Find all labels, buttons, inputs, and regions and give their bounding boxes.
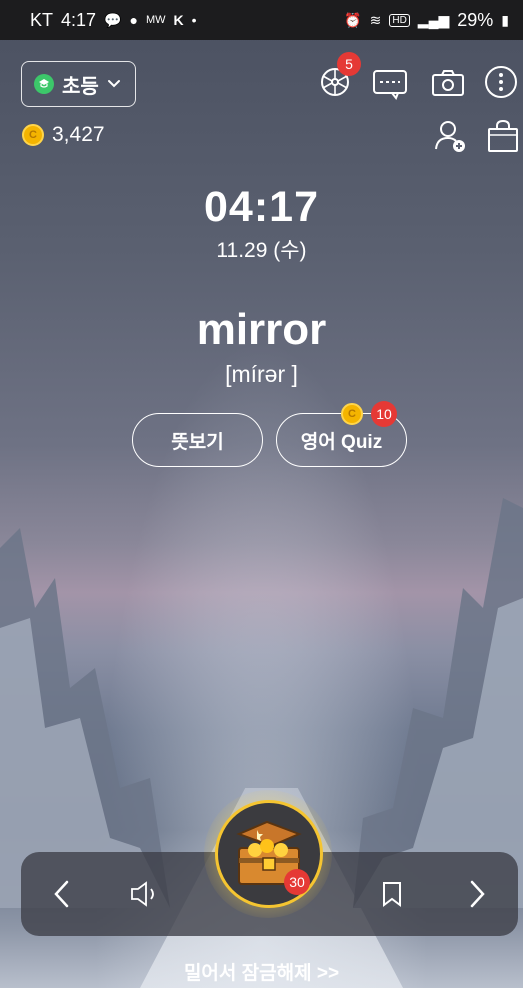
battery-icon: ▮ <box>501 11 509 28</box>
shop-button[interactable] <box>485 118 521 154</box>
previous-word-button[interactable] <box>44 876 80 912</box>
snowy-trees-right <box>353 498 523 908</box>
hd-indicator: HD <box>389 13 410 27</box>
talk-notification-icon: 💬 <box>104 11 122 28</box>
signal-icon: ▂▄▆ <box>417 11 450 28</box>
chat-icon <box>373 70 407 100</box>
pronunciation: [mírər ] <box>225 361 298 387</box>
notification-badge: 5 <box>337 52 361 76</box>
snowy-trees-left <box>0 528 170 908</box>
english-quiz-label: 영어 Quiz <box>300 431 383 453</box>
wifi-icon: ≋ <box>369 11 382 28</box>
bookmark-button[interactable] <box>374 876 410 912</box>
app-notification-icon: MW <box>145 14 166 26</box>
camera-button[interactable] <box>430 65 466 101</box>
chevron-left-icon <box>54 880 69 908</box>
play-sound-button[interactable] <box>128 876 164 912</box>
lock-date: 11.29 (수) <box>216 239 307 262</box>
quiz-coin-icon: C <box>341 403 363 425</box>
lock-time: 04:17 <box>204 183 319 231</box>
camera-icon <box>432 70 464 96</box>
grade-label: 초등 <box>62 75 99 98</box>
battery-label: 29% <box>457 9 494 30</box>
alarm-icon: ⏰ <box>344 11 362 28</box>
quiz-reward-badge: 10 <box>371 401 397 427</box>
next-word-button[interactable] <box>459 876 495 912</box>
more-vertical-icon <box>485 66 517 98</box>
slide-to-unlock[interactable]: 밀어서 잠금해제 >> <box>0 958 523 985</box>
bookmark-icon <box>383 882 401 907</box>
coin-icon: C <box>22 124 44 146</box>
chevron-down-icon <box>107 80 120 88</box>
clock-label: 4:17 <box>61 9 97 30</box>
vocab-word: mirror <box>196 305 327 354</box>
shopping-bag-icon <box>488 119 518 152</box>
status-bar: KT 4:17 💬 ● MW K • ⏰ ≋ HD ▂▄▆ 29% ▮ <box>0 0 523 40</box>
chat-button[interactable] <box>372 66 408 102</box>
chevron-right-icon <box>470 880 485 908</box>
carrier-label: KT <box>30 9 54 30</box>
speaker-icon <box>131 881 154 907</box>
coin-count: 3,427 <box>52 123 105 146</box>
graduation-cap-icon <box>34 74 54 94</box>
view-meaning-button[interactable]: 뜻보기 <box>132 413 263 467</box>
k-app-icon: K <box>173 12 184 28</box>
grade-selector-button[interactable]: 초등 <box>21 61 136 107</box>
roulette-button[interactable]: 5 <box>317 52 361 100</box>
message-notification-icon: ● <box>129 12 138 28</box>
chest-badge: 30 <box>284 869 310 895</box>
add-friend-button[interactable] <box>432 118 468 154</box>
view-meaning-label: 뜻보기 <box>171 431 224 453</box>
coin-balance: C 3,427 <box>22 123 105 147</box>
more-dot-icon: • <box>191 12 197 28</box>
treasure-chest-button[interactable]: 30 <box>215 800 323 908</box>
more-options-button[interactable] <box>483 64 519 100</box>
add-user-icon <box>435 121 465 152</box>
